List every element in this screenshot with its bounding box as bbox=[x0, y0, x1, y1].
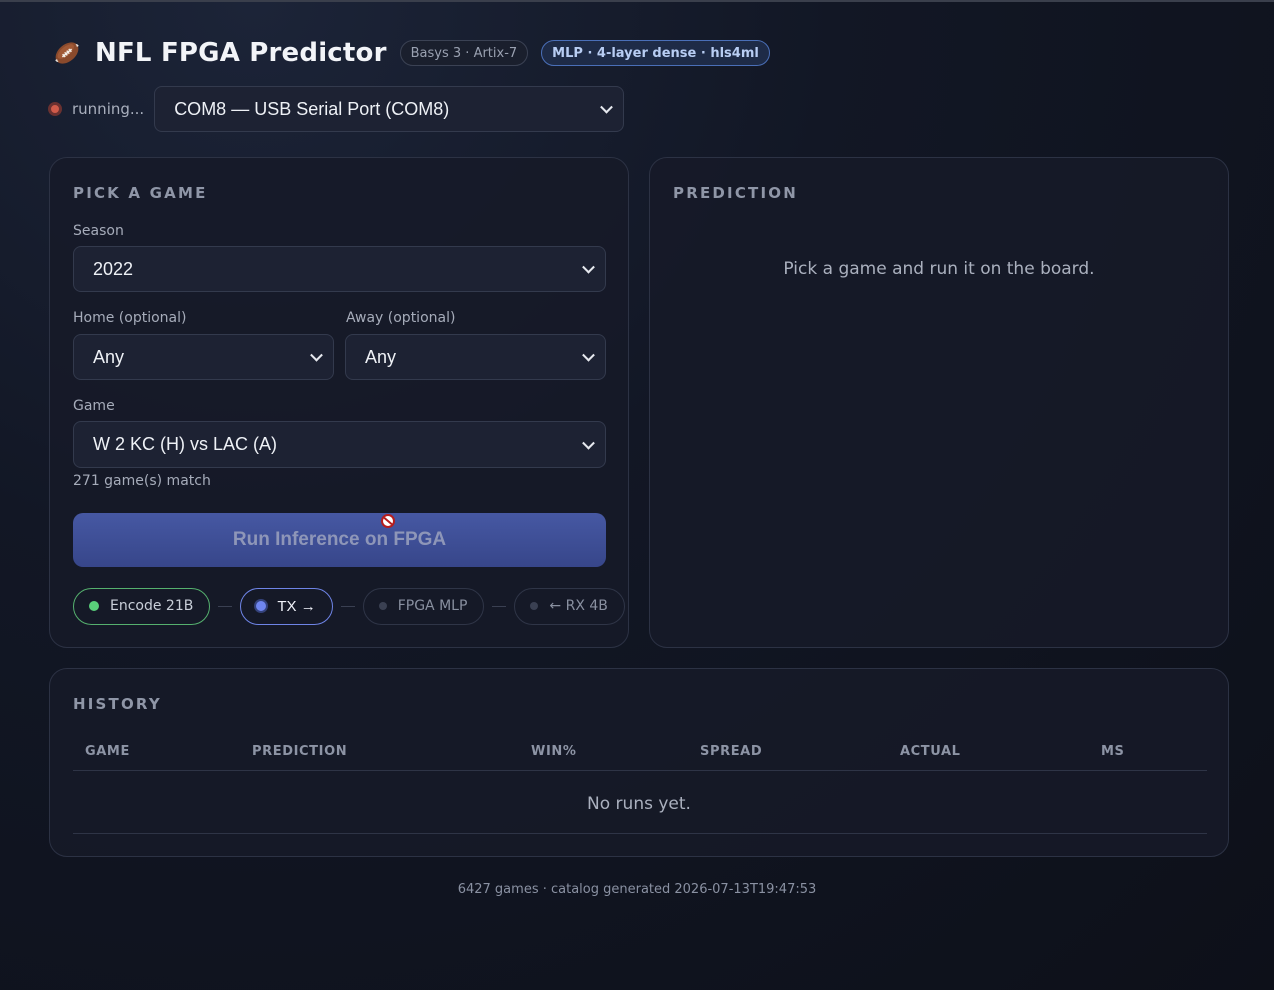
table-bottom-divider bbox=[73, 833, 1207, 834]
step-done-indicator bbox=[89, 601, 99, 611]
match-count: 271 game(s) match bbox=[73, 473, 211, 489]
prediction-card: PREDICTION Pick a game and run it on the… bbox=[649, 157, 1229, 648]
step-active-indicator bbox=[256, 601, 267, 611]
pipeline-step-label: TX → bbox=[277, 597, 316, 615]
column-header-spread: SPREAD bbox=[700, 744, 763, 759]
pipeline-step-fpga: FPGA MLP bbox=[362, 587, 485, 625]
model-badge: MLP · 4-layer dense · hls4ml bbox=[541, 40, 770, 66]
pipeline-connector bbox=[492, 605, 507, 607]
chevron-down-icon bbox=[582, 436, 595, 450]
away-select[interactable]: Any bbox=[345, 334, 606, 380]
history-title: HISTORY bbox=[73, 695, 162, 713]
chevron-down-icon bbox=[310, 348, 323, 362]
column-header-win-pct: WIN% bbox=[531, 744, 577, 759]
serial-port-value: COM8 — USB Serial Port (COM8) bbox=[174, 98, 450, 119]
column-header-game: GAME bbox=[85, 744, 130, 759]
chevron-down-icon bbox=[582, 348, 595, 362]
pick-game-title: PICK A GAME bbox=[73, 184, 208, 202]
game-select[interactable]: W 2 KC (H) vs LAC (A) bbox=[73, 421, 606, 468]
serial-port-select[interactable]: COM8 — USB Serial Port (COM8) bbox=[154, 86, 625, 132]
pipeline-step-label: Encode 21B bbox=[110, 598, 194, 614]
chevron-down-icon bbox=[600, 100, 614, 114]
connection-row: running... COM8 — USB Serial Port (COM8) bbox=[48, 86, 625, 132]
board-badge: Basys 3 · Artix-7 bbox=[399, 40, 529, 66]
pipeline-step-encode: Encode 21B bbox=[73, 587, 211, 625]
season-label: Season bbox=[73, 223, 124, 239]
step-pending-indicator bbox=[378, 602, 387, 610]
home-label: Home (optional) bbox=[73, 310, 187, 326]
game-label: Game bbox=[73, 398, 115, 414]
pipeline-step-label: FPGA MLP bbox=[397, 598, 468, 614]
step-pending-indicator bbox=[530, 602, 539, 610]
pipeline-step-tx: TX → bbox=[240, 587, 333, 625]
run-inference-label: Run Inference on FPGA bbox=[232, 529, 447, 550]
season-select[interactable]: 2022 bbox=[73, 246, 606, 292]
home-value: Any bbox=[93, 346, 125, 367]
window-top-border bbox=[0, 0, 1274, 2]
game-value: W 2 KC (H) vs LAC (A) bbox=[93, 434, 278, 454]
status-indicator bbox=[48, 102, 62, 116]
football-icon bbox=[52, 38, 82, 68]
pipeline-steps: Encode 21B TX → FPGA MLP ← RX 4B bbox=[73, 587, 625, 625]
run-inference-button[interactable]: Run Inference on FPGA bbox=[73, 513, 606, 567]
home-select[interactable]: Any bbox=[73, 334, 334, 380]
pipeline-step-label: ← RX 4B bbox=[549, 598, 608, 614]
pipeline-step-rx: ← RX 4B bbox=[514, 587, 625, 625]
pipeline-connector bbox=[340, 605, 355, 607]
footer-catalog-info: 6427 games · catalog generated 2026-07-1… bbox=[457, 882, 817, 897]
season-value: 2022 bbox=[93, 258, 134, 279]
history-empty-state: No runs yet. bbox=[587, 794, 691, 814]
pick-game-card: PICK A GAME Season 2022 Home (optional) … bbox=[49, 157, 629, 648]
prediction-empty-state: Pick a game and run it on the board. bbox=[783, 259, 1095, 279]
app-title: NFL FPGA Predictor bbox=[95, 38, 387, 68]
app-header: NFL FPGA Predictor Basys 3 · Artix-7 MLP… bbox=[52, 36, 783, 70]
status-text: running... bbox=[72, 100, 145, 118]
column-header-prediction: PREDICTION bbox=[252, 744, 348, 759]
chevron-down-icon bbox=[582, 260, 595, 274]
prediction-title: PREDICTION bbox=[673, 184, 798, 202]
column-header-ms: MS bbox=[1101, 744, 1125, 759]
history-card: HISTORY GAME PREDICTION WIN% SPREAD ACTU… bbox=[49, 668, 1229, 857]
column-header-actual: ACTUAL bbox=[900, 744, 961, 759]
pipeline-connector bbox=[218, 605, 233, 607]
table-header-divider bbox=[73, 770, 1207, 771]
away-value: Any bbox=[365, 346, 397, 367]
away-label: Away (optional) bbox=[346, 310, 456, 326]
not-allowed-cursor-icon bbox=[381, 514, 395, 528]
